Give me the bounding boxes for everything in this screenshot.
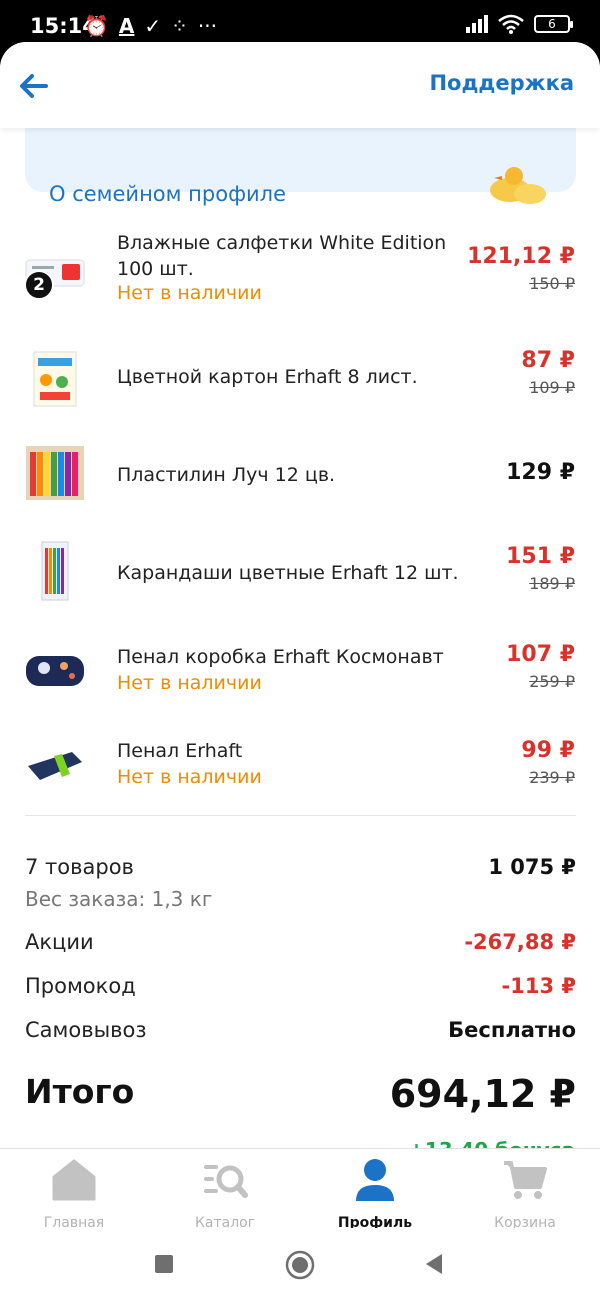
header: Поддержка bbox=[0, 42, 600, 128]
ducks-illustration-icon bbox=[490, 167, 546, 204]
total-label: Итого bbox=[25, 1072, 135, 1111]
pencil-case-thumbnail bbox=[28, 752, 82, 780]
out-of-stock-label: Нет в наличии bbox=[117, 672, 262, 694]
items-count-label: 7 товаров bbox=[25, 855, 134, 879]
item-name: Влажные салфетки White Edition 100 шт. bbox=[117, 232, 447, 280]
alarm-icon: ⏰ bbox=[84, 14, 109, 38]
catalog-search-icon bbox=[204, 1165, 248, 1198]
more-icon: ··· bbox=[197, 14, 217, 38]
nav-catalog-label: Каталог bbox=[194, 1215, 256, 1228]
item-name: Цветной картон Erhaft 8 лист. bbox=[117, 366, 418, 388]
cart-item[interactable]: Пенал коробка Erhaft Космонавт Нет в нал… bbox=[0, 632, 600, 730]
wifi-icon bbox=[498, 14, 524, 34]
item-price: 129 ₽ bbox=[506, 460, 575, 485]
order-weight: Вес заказа: 1,3 кг bbox=[25, 887, 213, 911]
home-button[interactable] bbox=[285, 1250, 315, 1280]
nav-home[interactable]: Главная bbox=[14, 1157, 134, 1228]
font-a-icon: A bbox=[118, 14, 135, 38]
recent-apps-button[interactable] bbox=[155, 1255, 173, 1273]
cart-item[interactable]: Цветной картон Erhaft 8 лист. 87 ₽ 109 ₽ bbox=[0, 338, 600, 436]
signal-icon bbox=[466, 15, 488, 33]
item-name: Пенал Erhaft bbox=[117, 740, 243, 762]
item-price: 151 ₽ bbox=[506, 544, 575, 569]
home-icon bbox=[52, 1159, 96, 1201]
color-pencils-thumbnail bbox=[41, 541, 69, 601]
family-profile-link[interactable]: О семейном профиле bbox=[49, 182, 286, 206]
item-old-price: 259 ₽ bbox=[529, 672, 575, 691]
pickup-label: Самовывоз bbox=[25, 1018, 147, 1042]
item-old-price: 239 ₽ bbox=[529, 768, 575, 787]
battery-icon: 6 bbox=[534, 15, 573, 33]
status-bar: 15:14 ⏰ A ✓ ⁘ ··· 6 bbox=[0, 0, 600, 48]
divider bbox=[25, 815, 576, 816]
item-price: 121,12 ₽ bbox=[467, 244, 575, 269]
promocode-value: -113 ₽ bbox=[501, 974, 576, 998]
nav-profile[interactable]: Профиль bbox=[315, 1157, 435, 1228]
support-link[interactable]: Поддержка bbox=[429, 71, 574, 95]
status-system-icons: 6 bbox=[466, 14, 573, 34]
nav-cart[interactable]: Корзина bbox=[465, 1157, 585, 1228]
system-navigation-bar bbox=[0, 1228, 600, 1299]
back-button[interactable] bbox=[424, 1253, 444, 1275]
item-price: 87 ₽ bbox=[521, 348, 575, 373]
cart-icon bbox=[504, 1161, 547, 1199]
cart-item[interactable]: Пенал Erhaft Нет в наличии 99 ₽ 239 ₽ bbox=[0, 730, 600, 828]
battery-level: 6 bbox=[548, 17, 556, 31]
dots-cluster-icon: ⁘ bbox=[171, 14, 188, 38]
cart-item[interactable]: 2 Влажные салфетки White Edition 100 шт.… bbox=[0, 220, 600, 318]
item-price: 99 ₽ bbox=[521, 738, 575, 763]
promocode-label: Промокод bbox=[25, 974, 136, 998]
items-total-value: 1 075 ₽ bbox=[488, 855, 576, 879]
out-of-stock-label: Нет в наличии bbox=[117, 282, 262, 304]
cart-item[interactable]: Пластилин Луч 12 цв. 129 ₽ bbox=[0, 436, 600, 534]
profile-icon bbox=[356, 1159, 394, 1201]
quantity-badge: 2 bbox=[24, 270, 54, 300]
total-value: 694,12 ₽ bbox=[389, 1072, 576, 1116]
bottom-navigation: Главная Каталог Профиль Корзина bbox=[0, 1148, 600, 1228]
nav-home-label: Главная bbox=[43, 1215, 105, 1228]
nav-catalog[interactable]: Каталог bbox=[165, 1157, 285, 1228]
promo-value: -267,88 ₽ bbox=[464, 930, 576, 954]
pencil-case-cosmonaut-thumbnail bbox=[26, 656, 84, 686]
status-notification-icons: ⏰ A ✓ ⁘ ··· bbox=[84, 14, 217, 38]
nav-cart-label: Корзина bbox=[494, 1215, 556, 1228]
arrow-left-icon[interactable] bbox=[16, 68, 52, 104]
item-price: 107 ₽ bbox=[506, 642, 575, 667]
plasticine-thumbnail bbox=[26, 446, 84, 500]
item-old-price: 189 ₽ bbox=[529, 574, 575, 593]
item-old-price: 150 ₽ bbox=[529, 274, 575, 293]
app-screen: Поддержка О семейном профиле 2 Влажные с… bbox=[0, 42, 600, 1228]
cart-item[interactable]: Карандаши цветные Erhaft 12 шт. 151 ₽ 18… bbox=[0, 534, 600, 632]
pickup-value: Бесплатно bbox=[448, 1018, 576, 1042]
color-cardboard-thumbnail bbox=[33, 351, 77, 407]
item-old-price: 109 ₽ bbox=[529, 378, 575, 397]
item-name: Карандаши цветные Erhaft 12 шт. bbox=[117, 562, 459, 584]
out-of-stock-label: Нет в наличии bbox=[117, 766, 262, 788]
item-name: Пенал коробка Erhaft Космонавт bbox=[117, 646, 444, 668]
check-circle-icon: ✓ bbox=[144, 14, 162, 38]
nav-profile-label: Профиль bbox=[337, 1215, 413, 1228]
item-name: Пластилин Луч 12 цв. bbox=[117, 464, 336, 486]
promo-label: Акции bbox=[25, 930, 94, 954]
